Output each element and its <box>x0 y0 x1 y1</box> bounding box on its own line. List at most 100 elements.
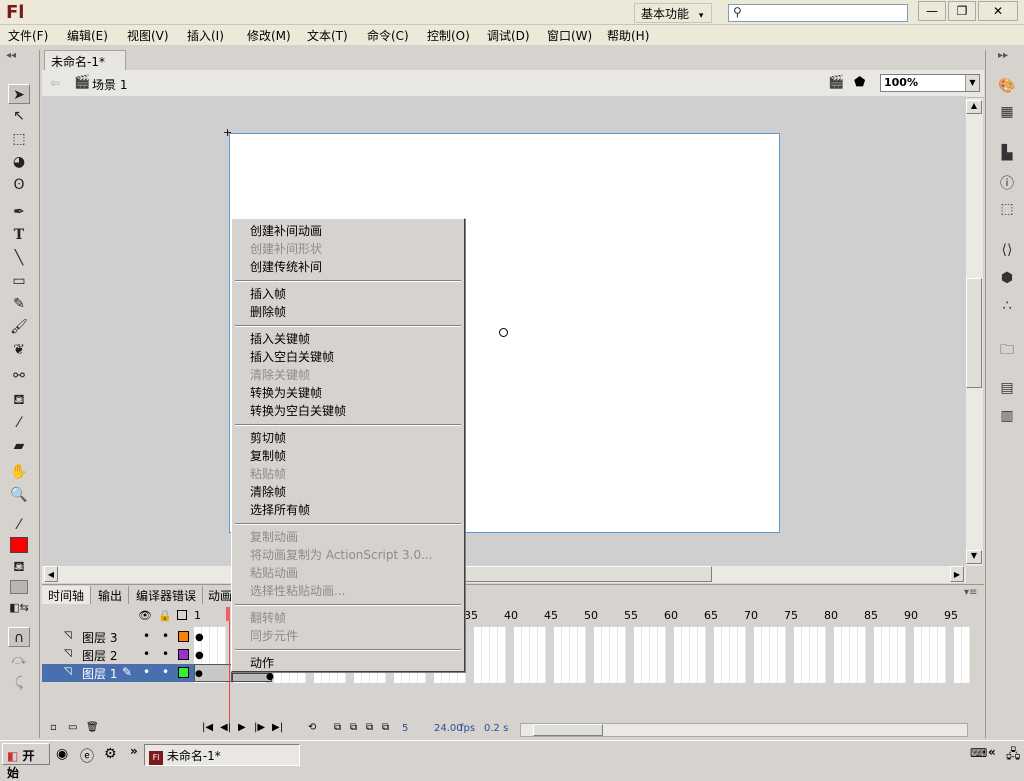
workspace-switcher[interactable]: 基本功能 ▾ <box>634 3 712 23</box>
motion-presets-icon[interactable]: ∴ <box>997 298 1017 316</box>
lock-icon[interactable]: 🔒 <box>158 609 172 622</box>
context-menu-item[interactable]: 动作 <box>250 654 274 672</box>
context-menu-item[interactable]: 清除帧 <box>250 483 286 501</box>
scroll-left-icon[interactable]: ◀ <box>44 566 58 582</box>
fps-value[interactable]: 24.00 <box>434 723 463 734</box>
selection-tool-icon[interactable]: ➤ <box>8 84 30 104</box>
help-search-input[interactable]: ⚲ <box>728 4 908 22</box>
subselection-tool-icon[interactable]: ↖ <box>8 106 30 126</box>
context-menu-item[interactable]: 选择所有帧 <box>250 501 310 519</box>
tab-output[interactable]: 输出 <box>92 586 130 604</box>
scroll-right-icon[interactable]: ▶ <box>950 566 964 582</box>
tray-expand-icon[interactable]: « <box>988 745 996 759</box>
step-back-icon[interactable]: ◀| <box>220 722 231 733</box>
menu-debug[interactable]: 调试(D) <box>487 27 530 44</box>
components-panel-icon[interactable]: ⬢ <box>997 270 1017 288</box>
straighten-icon[interactable]: ⤹ <box>8 673 30 693</box>
brush-tool-icon[interactable]: 🖌 <box>8 317 30 337</box>
lock-dot[interactable]: • <box>162 665 169 679</box>
zoom-field[interactable]: 100% ▼ <box>880 74 980 92</box>
layer-color-swatch[interactable] <box>178 667 189 678</box>
quicklaunch-more[interactable]: » <box>130 744 138 758</box>
network-icon[interactable]: 🖧 <box>1006 745 1021 767</box>
document-tab[interactable]: 未命名-1* × <box>44 50 126 84</box>
chevron-down-icon[interactable]: ▼ <box>965 75 979 91</box>
lock-dot[interactable]: • <box>162 647 169 661</box>
horizontal-scroll-thumb[interactable] <box>462 566 712 582</box>
line-tool-icon[interactable]: ╲ <box>8 248 30 268</box>
context-menu-item[interactable]: 删除帧 <box>250 303 286 321</box>
quicklaunch-browser-icon[interactable]: ◉ <box>56 746 68 762</box>
fill-bucket-icon[interactable]: ⛾ <box>8 557 30 577</box>
stroke-color-swatch[interactable] <box>10 580 28 594</box>
pen-tool-icon[interactable]: ✒ <box>8 202 30 222</box>
last-frame-icon[interactable]: ▶| <box>272 722 283 733</box>
loop-icon[interactable]: ⟲ <box>308 722 316 733</box>
text-tool-icon[interactable]: T <box>8 225 30 245</box>
timeline-hscroll[interactable] <box>520 723 968 737</box>
align-panel-icon[interactable]: ▙ <box>997 145 1017 163</box>
color-panel-icon[interactable]: 🎨 <box>997 78 1017 96</box>
onion-outlines-icon[interactable]: ⧉ <box>366 722 373 733</box>
paint-bucket-tool-icon[interactable]: ⛾ <box>8 390 30 410</box>
timeline-scroll-thumb[interactable] <box>533 724 603 736</box>
quicklaunch-ie-icon[interactable]: ⓔ <box>80 746 94 766</box>
code-snippets-icon[interactable]: ⟨⟩ <box>997 242 1017 260</box>
edit-symbols-icon[interactable]: ⬟ <box>854 75 865 90</box>
swap-colors-icon[interactable]: ◧⇆ <box>8 598 30 618</box>
panel-menu-icon[interactable]: ▾≡ <box>964 587 977 598</box>
keyframe-dot[interactable]: ● <box>266 672 274 682</box>
context-menu-item[interactable]: 复制帧 <box>250 447 286 465</box>
expand-panels-icon[interactable]: ▸▸ <box>998 50 1008 61</box>
layer-row[interactable]: ◹ 图层 3 • • <box>42 628 194 646</box>
context-menu-item[interactable]: 转换为关键帧 <box>250 384 322 402</box>
center-frame-icon[interactable]: ⧉ <box>334 722 341 733</box>
context-menu-item[interactable]: 插入空白关键帧 <box>250 348 334 366</box>
context-menu-item[interactable]: 插入帧 <box>250 285 286 303</box>
swatches-panel-icon[interactable]: ▦ <box>997 104 1017 122</box>
layer-color-swatch[interactable] <box>178 631 189 642</box>
edit-multiple-frames-icon[interactable]: ⧉ <box>382 722 389 733</box>
zoom-tool-icon[interactable]: 🔍 <box>8 485 30 505</box>
keyframe-dot[interactable]: ● <box>195 632 204 643</box>
menu-insert[interactable]: 插入(I) <box>187 27 224 44</box>
collapse-panel-icon[interactable]: ◂◂ <box>6 50 16 61</box>
context-menu-item[interactable]: 插入关键帧 <box>250 330 310 348</box>
snap-to-objects-icon[interactable]: ∩ <box>8 627 30 647</box>
eraser-tool-icon[interactable]: ▰ <box>8 436 30 456</box>
bone-tool-icon[interactable]: ⚯ <box>8 366 30 386</box>
restore-button[interactable]: ❐ <box>948 1 976 21</box>
context-menu-item[interactable]: 创建传统补间 <box>250 258 322 276</box>
smooth-icon[interactable]: ⤼ <box>8 650 30 670</box>
project-panel-icon[interactable]: 🗀 <box>997 339 1017 358</box>
deco-tool-icon[interactable]: ❦ <box>8 340 30 360</box>
visibility-dot[interactable]: • <box>143 647 150 661</box>
info-panel-icon[interactable]: ⓘ <box>997 173 1017 192</box>
menu-help[interactable]: 帮助(H) <box>607 27 649 44</box>
taskbar-item-flash[interactable]: Fl 未命名-1* <box>144 744 300 766</box>
tab-compiler-errors[interactable]: 编译器错误 <box>130 586 204 604</box>
eye-icon[interactable]: 👁 <box>138 609 152 622</box>
menu-window[interactable]: 窗口(W) <box>547 27 592 44</box>
menu-modify[interactable]: 修改(M) <box>247 27 291 44</box>
horizontal-scrollbar[interactable]: ◀ ▶ <box>42 566 966 583</box>
menu-text[interactable]: 文本(T) <box>307 27 348 44</box>
context-menu-item[interactable]: 剪切帧 <box>250 429 286 447</box>
lock-dot[interactable]: • <box>162 629 169 643</box>
visibility-dot[interactable]: • <box>143 629 150 643</box>
quicklaunch-settings-icon[interactable]: ⚙ <box>104 746 117 762</box>
scroll-down-icon[interactable]: ▼ <box>966 550 982 564</box>
vertical-scroll-thumb[interactable] <box>966 278 982 388</box>
current-frame[interactable]: 5 <box>402 723 408 734</box>
3d-rotation-tool-icon[interactable]: ◕ <box>8 152 30 172</box>
start-button[interactable]: ◧ 开始 <box>2 743 50 780</box>
keyframe-dot[interactable]: ● <box>195 669 203 679</box>
library-panel-icon[interactable]: ▥ <box>997 408 1017 426</box>
rectangle-tool-icon[interactable]: ▭ <box>8 271 30 291</box>
eyedropper-tool-icon[interactable]: ⁄ <box>8 413 30 433</box>
step-forward-icon[interactable]: |▶ <box>254 722 265 733</box>
layer-row-selected[interactable]: ◹ 图层 1 ✎ • • <box>42 664 194 682</box>
minimize-button[interactable]: — <box>918 1 946 21</box>
playhead-marker[interactable] <box>226 607 230 621</box>
first-frame-icon[interactable]: |◀ <box>202 722 213 733</box>
